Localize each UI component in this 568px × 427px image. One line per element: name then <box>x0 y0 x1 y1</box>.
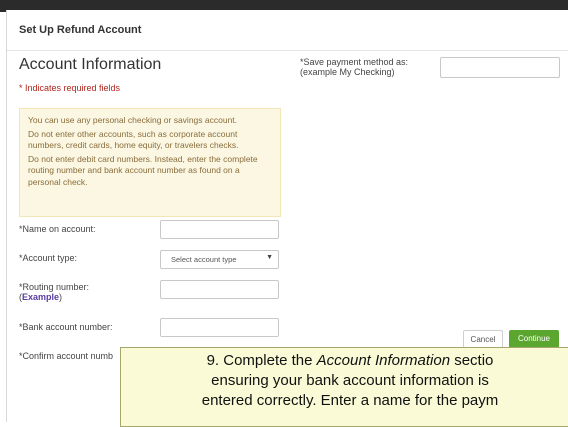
account-type-select[interactable]: Select account type ▼ <box>160 250 279 269</box>
routing-number-input[interactable] <box>160 280 279 299</box>
caret-down-icon: ▼ <box>266 254 273 261</box>
caption-line-3: entered correctly. Enter a name for the … <box>201 392 499 409</box>
account-notice-box: You can use any personal checking or sav… <box>19 108 281 217</box>
dialog-header: Set Up Refund Account <box>7 10 568 51</box>
routing-number-label: *Routing number: <box>19 282 90 292</box>
notice-line: Do not enter other accounts, such as cor… <box>28 128 239 151</box>
caption-line-1-emphasis: Account Information <box>316 352 451 369</box>
caption-line-1-start: 9. Complete the <box>206 352 317 369</box>
required-fields-note: * Indicates required fields <box>19 83 121 93</box>
notice-line: You can use any personal checking or sav… <box>28 115 238 125</box>
continue-button[interactable]: Continue <box>509 330 559 348</box>
account-type-selected-value: Select account type <box>171 255 237 264</box>
name-on-account-input[interactable] <box>160 220 279 239</box>
bank-account-number-label: *Bank account number: <box>19 322 113 332</box>
dialog-title: Set Up Refund Account <box>19 24 142 36</box>
account-type-label: *Account type: <box>19 253 78 263</box>
save-payment-method-label: *Save payment method as: (example My Che… <box>300 57 440 77</box>
save-payment-method-input[interactable] <box>440 57 560 78</box>
cancel-button[interactable]: Cancel <box>463 330 503 348</box>
routing-number-label-group: *Routing number: (Example) <box>19 282 89 302</box>
instruction-caption: 9. Complete the Account Information sect… <box>120 347 568 427</box>
caption-line-1-end: sectio <box>450 352 494 369</box>
name-on-account-label: *Name on account: <box>19 224 96 234</box>
section-title: Account Information <box>19 56 162 73</box>
save-payment-method-label-line2: (example My Checking) <box>300 67 395 77</box>
caption-line-2: ensuring your bank account information i… <box>211 372 489 389</box>
notice-line: Do not enter debit card numbers. Instead… <box>28 153 258 187</box>
save-payment-method-label-line1: *Save payment method as: <box>300 57 409 67</box>
caption-line-1: 9. Complete the Account Information sect… <box>121 351 568 371</box>
example-close-paren: ) <box>59 292 63 302</box>
confirm-account-number-label: *Confirm account numb <box>19 351 114 361</box>
routing-example-link[interactable]: Example <box>22 292 59 302</box>
bank-account-number-input[interactable] <box>160 318 279 337</box>
